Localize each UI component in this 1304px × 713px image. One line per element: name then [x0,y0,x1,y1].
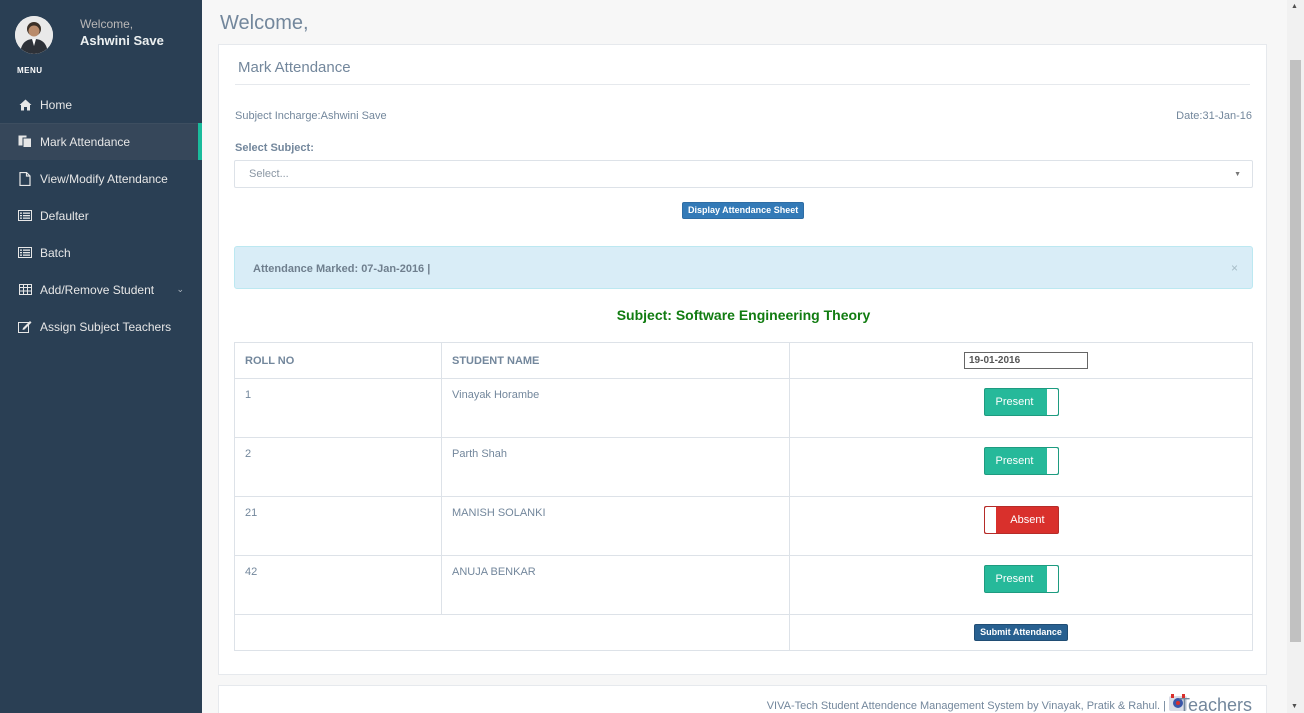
user-name: Ashwini Save [80,33,164,48]
caret-down-icon: ▼ [1234,171,1241,178]
roll-cell: 42 [234,555,442,615]
table-icon [16,283,34,297]
subject-incharge: Subject Incharge:Ashwini Save [235,110,387,122]
attendance-toggle[interactable]: Present [983,565,1059,593]
menu-label: MENU [17,66,43,75]
roll-cell: 1 [234,378,442,438]
attendance-toggle[interactable]: Absent [983,506,1059,534]
empty-cell [234,614,790,651]
sidebar-item-mark-attendance[interactable]: Mark Attendance [0,123,202,160]
chevron-down-icon: ⌄ [176,284,184,294]
attendance-toggle[interactable]: Present [983,388,1059,416]
footer: VIVA-Tech Student Attendence Management … [218,685,1267,713]
file-icon [16,171,34,186]
attendance-date-input[interactable]: 19-01-2016 [964,352,1088,369]
name-cell: Vinayak Horambe [441,378,790,438]
status-cell: Present [789,437,1253,497]
sidebar-nav: Home Mark Attendance View/Modify Attenda… [0,86,202,345]
submit-cell: Submit Attendance [789,614,1253,651]
toggle-knob [1045,448,1058,474]
avatar [15,16,53,54]
list-icon [16,246,34,260]
sidebar-item-label: Home [40,97,73,112]
column-header-date: 19-01-2016 [789,342,1253,379]
panel-divider [235,84,1250,85]
footer-text: VIVA-Tech Student Attendence Management … [766,700,1166,712]
toggle-knob [1045,566,1058,592]
profile: MENU Welcome, Ashwini Save [0,0,202,86]
name-cell: MANISH SOLANKI [441,496,790,556]
subject-heading: Subject: Software Engineering Theory [616,307,871,323]
sidebar-item-batch[interactable]: Batch [0,234,202,271]
sidebar-item-label: View/Modify Attendance [40,171,168,186]
table-footer-row: Submit Attendance [234,614,1253,651]
sidebar-item-label: Mark Attendance [40,134,131,149]
column-header-name: STUDENT NAME [441,342,790,379]
close-icon[interactable]: × [1231,261,1238,275]
subject-select-value: Select... [249,168,289,180]
alert-text: Attendance Marked: 07-Jan-2016 | [253,263,431,275]
sidebar-item-assign-subject-teachers[interactable]: Assign Subject Teachers [0,308,202,345]
toggle-knob [1045,389,1058,415]
footer-brand: Teachers [1178,695,1252,713]
copy-icon [16,135,34,149]
sidebar-item-label: Assign Subject Teachers [40,319,172,334]
sidebar-item-label: Defaulter [40,208,89,223]
toggle-knob [984,507,997,533]
sidebar-item-label: Add/Remove Student [40,282,155,297]
name-cell: ANUJA BENKAR [441,555,790,615]
scroll-down-arrow-icon[interactable]: ▼ [1291,703,1298,710]
status-cell: Absent [789,496,1253,556]
panel-title: Mark Attendance [238,59,351,76]
toggle-label: Absent [1010,514,1045,526]
sidebar-item-home[interactable]: Home [0,86,202,123]
current-date: Date:31-Jan-16 [1176,110,1252,122]
attendance-toggle[interactable]: Present [983,447,1059,475]
table-row: 2 Parth Shah Present [234,437,1253,497]
name-cell: Parth Shah [441,437,790,497]
edit-icon [16,320,34,334]
roll-cell: 21 [234,496,442,556]
table-row: 1 Vinayak Horambe Present [234,378,1253,438]
sidebar: MENU Welcome, Ashwini Save Home Mark Att… [0,0,202,713]
scrollbar-thumb[interactable] [1290,60,1301,642]
attendance-table: ROLL NO STUDENT NAME 19-01-2016 1 Vinaya… [234,342,1253,651]
page-title: Welcome, [220,12,309,34]
scroll-up-arrow-icon[interactable]: ▲ [1291,3,1298,10]
sidebar-item-defaulter[interactable]: Defaulter [0,197,202,234]
list-icon [16,209,34,223]
sidebar-item-label: Batch [40,245,71,260]
roll-cell: 2 [234,437,442,497]
status-cell: Present [789,378,1253,438]
status-cell: Present [789,555,1253,615]
select-subject-label: Select Subject: [235,142,314,154]
attendance-marked-alert: Attendance Marked: 07-Jan-2016 | × [234,246,1253,289]
table-header-row: ROLL NO STUDENT NAME 19-01-2016 [234,342,1253,379]
page-scrollbar[interactable]: ▲ ▼ [1287,0,1304,713]
sidebar-item-add-remove-student[interactable]: Add/Remove Student ⌄ [0,271,202,308]
column-header-roll: ROLL NO [234,342,442,379]
sidebar-welcome: Welcome, [80,17,134,31]
display-attendance-sheet-button[interactable]: Display Attendance Sheet [682,202,805,219]
subject-select[interactable]: Select... ▼ [234,160,1253,188]
toggle-label: Present [995,573,1034,585]
sidebar-item-view-modify[interactable]: View/Modify Attendance [0,160,202,197]
submit-attendance-button[interactable]: Submit Attendance [974,624,1068,641]
table-row: 21 MANISH SOLANKI Absent [234,496,1253,556]
mark-attendance-panel: Mark Attendance Subject Incharge:Ashwini… [218,44,1267,675]
toggle-label: Present [995,396,1034,408]
toggle-label: Present [995,455,1034,467]
home-icon [16,98,34,112]
table-row: 42 ANUJA BENKAR Present [234,555,1253,615]
